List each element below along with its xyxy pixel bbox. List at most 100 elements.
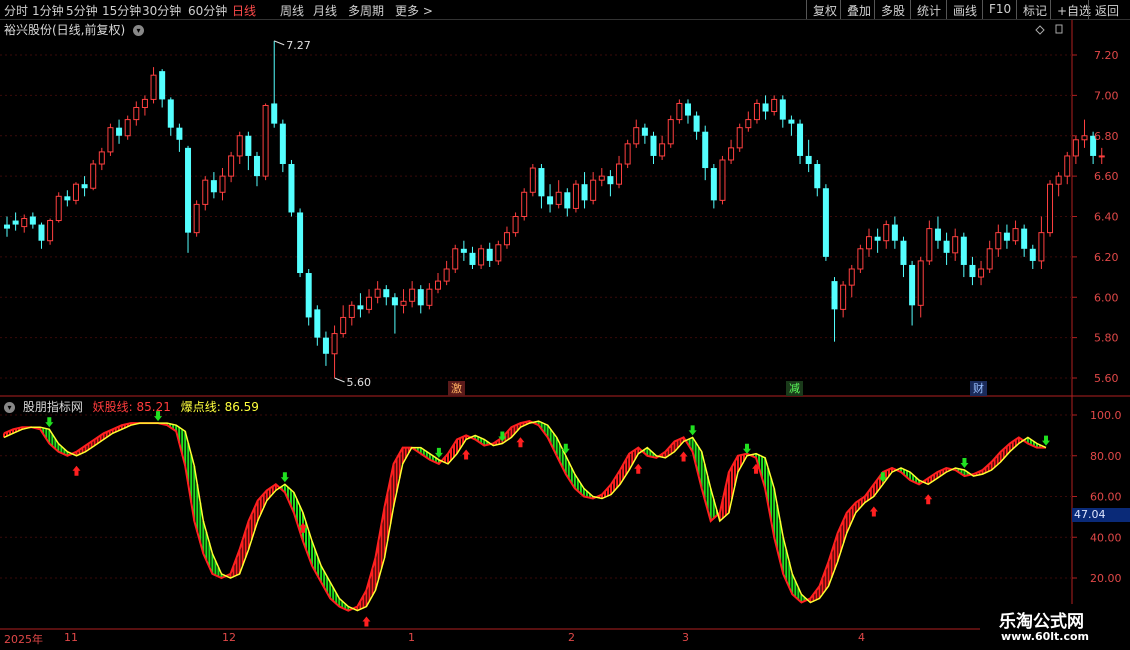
- baodian-line: [3, 420, 1047, 612]
- down-arrow-icon: [960, 458, 969, 469]
- candle: [1098, 147, 1105, 165]
- candle-body: [995, 232, 1002, 250]
- candle: [598, 168, 605, 187]
- down-arrow-icon: [688, 425, 697, 436]
- candle-body: [797, 123, 804, 156]
- candle: [366, 289, 373, 314]
- candle-body: [383, 289, 390, 298]
- candle: [443, 260, 450, 286]
- event-badge-ji[interactable]: 激: [448, 381, 465, 396]
- candle: [29, 212, 36, 229]
- event-badge-cai[interactable]: 财: [970, 381, 987, 396]
- candle-body: [486, 248, 493, 261]
- indicator-tick-label: 80.00: [1090, 450, 1122, 463]
- candle: [193, 200, 200, 237]
- candle-body: [176, 127, 183, 140]
- candle: [547, 184, 554, 213]
- candle-body: [81, 184, 88, 189]
- candle-body: [934, 228, 941, 241]
- candle-body: [12, 220, 19, 225]
- down-arrow-icon: [434, 447, 443, 458]
- candle: [409, 281, 416, 308]
- candle: [762, 95, 769, 120]
- candle-body: [90, 163, 97, 189]
- candle-body: [400, 300, 407, 306]
- candle-body: [564, 192, 571, 209]
- candle-body: [840, 284, 847, 310]
- candle: [167, 97, 174, 136]
- candle-body: [978, 268, 985, 278]
- price-tick-label: 7.00: [1094, 89, 1119, 102]
- up-arrow-icon: [362, 616, 371, 627]
- candle: [995, 224, 1002, 257]
- candle: [641, 123, 648, 144]
- candle: [1055, 172, 1062, 197]
- candle-body: [986, 248, 993, 270]
- candle-body: [1038, 232, 1045, 262]
- candle-body: [391, 297, 398, 306]
- candle-body: [693, 115, 700, 132]
- candle-body: [503, 232, 510, 246]
- candle: [452, 244, 459, 274]
- candle-body: [495, 244, 502, 262]
- candle-body: [297, 212, 304, 274]
- candle-body: [357, 305, 364, 310]
- up-arrow-icon: [462, 449, 471, 460]
- candle: [1038, 216, 1045, 269]
- candle-body: [331, 333, 338, 355]
- candle: [952, 228, 959, 261]
- high-marker-label: 7.27: [286, 39, 311, 52]
- candle-body: [521, 191, 528, 217]
- candle: [4, 216, 10, 237]
- candle-body: [478, 248, 485, 266]
- candle: [771, 95, 778, 116]
- candle-body: [702, 131, 709, 169]
- candle: [555, 180, 562, 209]
- down-arrow-icon: [45, 417, 54, 428]
- candle: [521, 188, 528, 221]
- stock-chart[interactable]: 7.20 7.00 6.80 6.60 6.40 6.20 6.00 5.80 5.60 100…: [0, 0, 1130, 650]
- candle-body: [728, 147, 735, 161]
- candle: [21, 214, 28, 233]
- candle-body: [55, 195, 62, 222]
- date-label-year: 2025年: [4, 633, 43, 646]
- candle: [900, 236, 907, 278]
- indicator-tick-label: 60.00: [1090, 491, 1122, 504]
- event-badge-jian[interactable]: 减: [786, 381, 803, 396]
- candle: [357, 293, 364, 318]
- indicator-tick-label: 100.0: [1090, 409, 1122, 422]
- candle-body: [917, 260, 924, 306]
- watermark-title: 乐淘公式网: [999, 612, 1084, 632]
- candle: [486, 242, 493, 267]
- candle: [788, 115, 795, 136]
- candle-body: [512, 216, 519, 234]
- candle-body: [581, 184, 588, 201]
- candle: [572, 180, 579, 213]
- candle-body: [762, 103, 769, 112]
- candle: [185, 145, 192, 253]
- high-marker-line: [274, 40, 285, 46]
- candle: [271, 40, 278, 128]
- candle-body: [374, 288, 381, 298]
- candle-body: [547, 196, 554, 205]
- candle: [435, 273, 441, 294]
- candle-body: [98, 151, 105, 165]
- candle: [176, 123, 183, 152]
- up-arrow-icon: [516, 437, 525, 448]
- candle-body: [684, 103, 691, 116]
- candle-body: [1003, 232, 1010, 241]
- candle: [297, 208, 304, 278]
- candle-body: [1029, 248, 1036, 261]
- candle-body: [366, 296, 373, 310]
- candle-body: [943, 240, 950, 253]
- yaogu-line: [3, 420, 1046, 612]
- candle-body: [779, 99, 786, 120]
- candle-body: [659, 143, 666, 157]
- candle: [917, 256, 924, 318]
- candle: [383, 285, 390, 306]
- down-arrow-icon: [1042, 435, 1050, 446]
- candle: [822, 184, 829, 261]
- candle: [529, 164, 536, 197]
- candle: [253, 151, 260, 187]
- candle-body: [4, 224, 10, 229]
